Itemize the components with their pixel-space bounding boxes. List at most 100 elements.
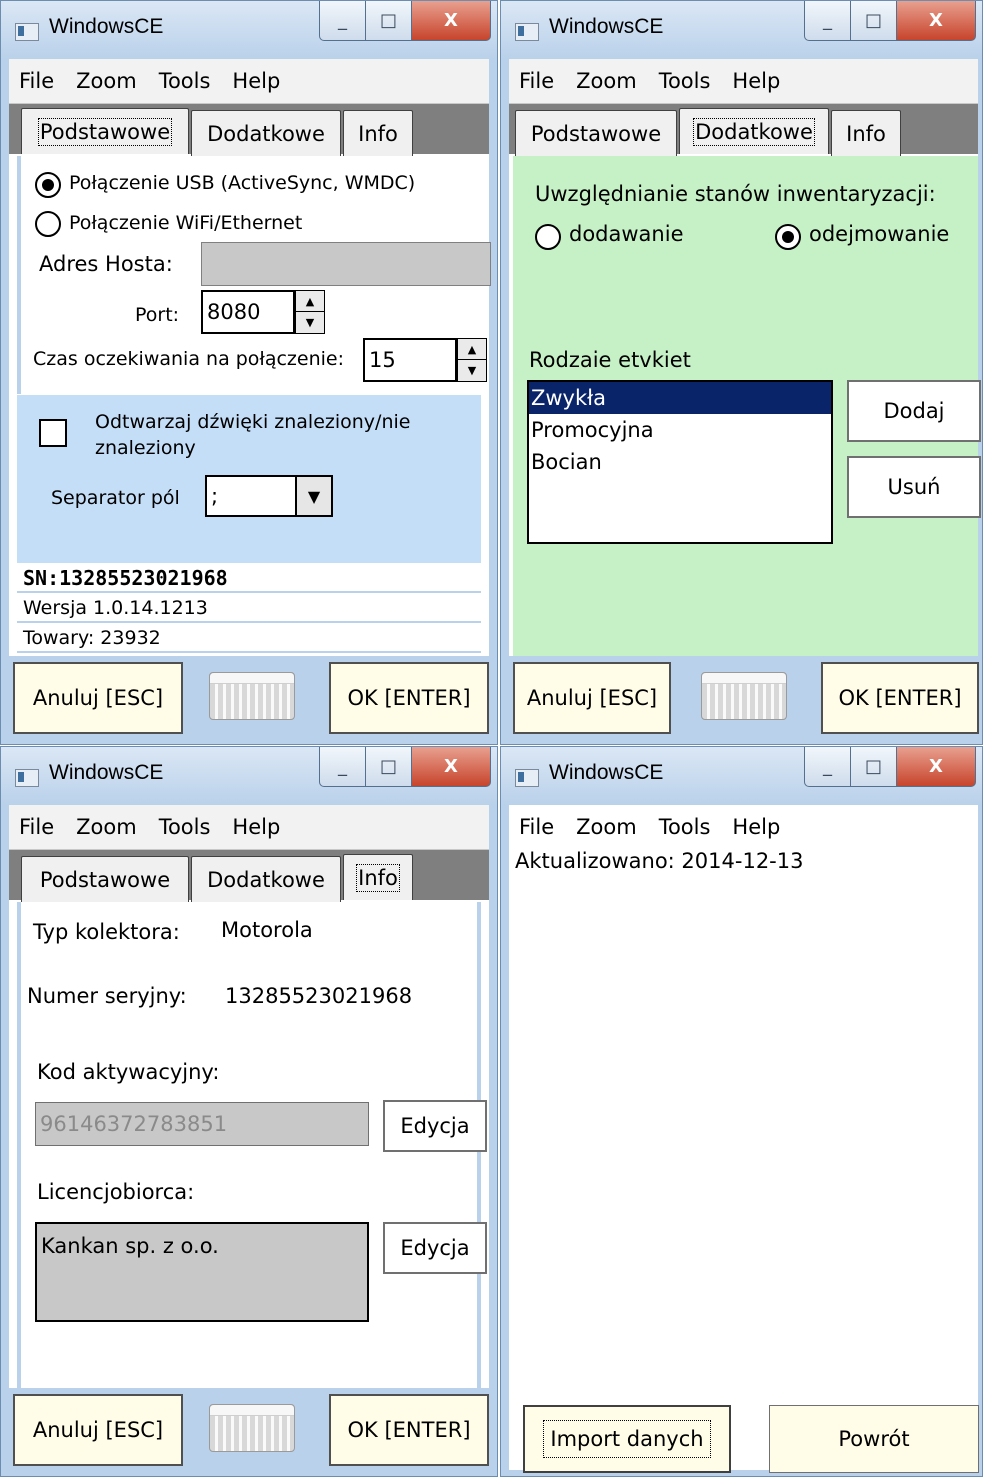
title-bar[interactable]: WindowsCE _ □ X xyxy=(1,1,497,59)
menu-tools[interactable]: Tools xyxy=(159,69,211,93)
close-icon[interactable]: X xyxy=(896,747,976,787)
spin-down-icon[interactable]: ▼ xyxy=(458,360,486,381)
menu-zoom[interactable]: Zoom xyxy=(576,69,637,93)
maximize-icon[interactable]: □ xyxy=(850,1,896,41)
sound-label-line1: Odtwarzaj dźwięki znaleziony/nie xyxy=(95,411,411,433)
menu-help[interactable]: Help xyxy=(232,815,280,839)
licensee-label: Licencjobiorca: xyxy=(37,1180,195,1204)
minimize-icon[interactable]: _ xyxy=(804,747,850,787)
tab-podstawowe[interactable]: Podstawowe xyxy=(21,856,189,902)
client-area: File Zoom Tools Help Podstawowe Dodatkow… xyxy=(9,59,491,738)
tab-label: Podstawowe xyxy=(39,867,171,892)
remove-label-button[interactable]: Usuń xyxy=(847,456,981,518)
bottom-bar: Anuluj [ESC] OK [ENTER] xyxy=(9,1388,489,1470)
port-input[interactable]: 8080 xyxy=(201,290,295,334)
edit-licensee-button[interactable]: Edycja xyxy=(383,1222,487,1274)
menu-help[interactable]: Help xyxy=(732,69,780,93)
add-radio[interactable] xyxy=(535,224,561,250)
title-bar[interactable]: WindowsCE _ □ X xyxy=(501,1,982,59)
timeout-input[interactable]: 15 xyxy=(363,338,457,382)
menu-file[interactable]: File xyxy=(519,69,554,93)
menu-file[interactable]: File xyxy=(19,815,54,839)
window-title: WindowsCE xyxy=(49,761,164,784)
add-label-button[interactable]: Dodaj xyxy=(847,380,981,442)
usb-radio[interactable] xyxy=(35,172,61,198)
timeout-stepper[interactable]: ▲ ▼ xyxy=(457,338,487,382)
cancel-button[interactable]: Anuluj [ESC] xyxy=(513,662,671,734)
client-area: File Zoom Tools Help Podstawowe Dodatkow… xyxy=(9,805,489,1470)
chevron-down-icon[interactable]: ▼ xyxy=(295,475,333,517)
keyboard-icon[interactable] xyxy=(701,672,787,720)
keyboard-icon[interactable] xyxy=(209,672,295,720)
menu-zoom[interactable]: Zoom xyxy=(576,815,637,839)
menu-help[interactable]: Help xyxy=(732,815,780,839)
tab-dodatkowe[interactable]: Dodatkowe xyxy=(679,108,829,154)
maximize-icon[interactable]: □ xyxy=(365,747,411,787)
app-icon xyxy=(515,769,539,787)
close-icon[interactable]: X xyxy=(411,747,491,787)
maximize-icon[interactable]: □ xyxy=(365,1,411,41)
spin-down-icon[interactable]: ▼ xyxy=(296,312,324,333)
menu-zoom[interactable]: Zoom xyxy=(76,69,137,93)
host-input[interactable] xyxy=(201,242,491,286)
window-title: WindowsCE xyxy=(49,15,164,38)
add-option-label: dodawanie xyxy=(569,222,684,246)
menu-file[interactable]: File xyxy=(519,815,554,839)
updated-status: Aktualizowano: 2014-12-13 xyxy=(515,849,804,873)
minimize-icon[interactable]: _ xyxy=(319,1,365,41)
menu-tools[interactable]: Tools xyxy=(159,815,211,839)
tab-dodatkowe[interactable]: Dodatkowe xyxy=(191,856,341,902)
menu-file[interactable]: File xyxy=(19,69,54,93)
tab-dodatkowe[interactable]: Dodatkowe xyxy=(191,110,341,156)
minimize-icon[interactable]: _ xyxy=(804,1,850,41)
app-icon xyxy=(15,769,39,787)
minimize-icon[interactable]: _ xyxy=(319,747,365,787)
goods-text: Towary: 23932 xyxy=(23,627,161,649)
menu-bar: File Zoom Tools Help xyxy=(9,59,489,104)
maximize-icon[interactable]: □ xyxy=(850,747,896,787)
list-item[interactable]: Bocian xyxy=(529,446,831,478)
tab-label: Info xyxy=(358,121,398,146)
menu-bar: File Zoom Tools Help xyxy=(509,59,978,104)
ok-button[interactable]: OK [ENTER] xyxy=(821,662,979,734)
tab-label: Dodatkowe xyxy=(207,121,325,146)
port-stepper[interactable]: ▲ ▼ xyxy=(295,290,325,334)
title-bar[interactable]: WindowsCE _ □ X xyxy=(1,747,497,805)
tab-podstawowe[interactable]: Podstawowe xyxy=(515,110,677,156)
sound-checkbox[interactable] xyxy=(39,419,67,447)
wifi-radio[interactable] xyxy=(35,211,61,237)
import-data-button[interactable]: Import danych xyxy=(523,1405,731,1473)
wifi-label: Połączenie WiFi/Ethernet xyxy=(69,212,303,234)
options-panel: Odtwarzaj dźwięki znaleziony/nie znalezi… xyxy=(17,395,481,563)
tab-podstawowe[interactable]: Podstawowe xyxy=(21,108,189,154)
close-icon[interactable]: X xyxy=(411,1,491,41)
list-item[interactable]: Promocyjna xyxy=(529,414,831,446)
menu-tools[interactable]: Tools xyxy=(659,69,711,93)
menu-help[interactable]: Help xyxy=(232,69,280,93)
menu-zoom[interactable]: Zoom xyxy=(76,815,137,839)
menu-tools[interactable]: Tools xyxy=(659,815,711,839)
subtract-radio[interactable] xyxy=(775,224,801,250)
ok-button[interactable]: OK [ENTER] xyxy=(329,662,489,734)
tab-label: Dodatkowe xyxy=(207,867,325,892)
cancel-button[interactable]: Anuluj [ESC] xyxy=(13,1394,183,1466)
cancel-button[interactable]: Anuluj [ESC] xyxy=(13,662,183,734)
close-icon[interactable]: X xyxy=(896,1,976,41)
separator-select[interactable]: ; xyxy=(205,475,295,517)
list-item[interactable]: Zwykła xyxy=(529,382,831,414)
ok-button[interactable]: OK [ENTER] xyxy=(329,1394,489,1466)
spin-up-icon[interactable]: ▲ xyxy=(458,339,486,360)
edit-activation-button[interactable]: Edycja xyxy=(383,1100,487,1152)
title-bar[interactable]: WindowsCE _ □ X xyxy=(501,747,982,805)
label-types-list[interactable]: Zwykła Promocyjna Bocian xyxy=(527,380,833,544)
tab-info[interactable]: Info xyxy=(831,110,901,156)
tab-info[interactable]: Info xyxy=(343,854,413,900)
collector-value: Motorola xyxy=(221,918,313,942)
app-icon xyxy=(15,23,39,41)
back-button[interactable]: Powrót xyxy=(769,1405,979,1473)
spin-up-icon[interactable]: ▲ xyxy=(296,291,324,312)
keyboard-icon[interactable] xyxy=(209,1404,295,1452)
tab-strip: Podstawowe Dodatkowe Info xyxy=(509,104,978,156)
tab-strip: Podstawowe Dodatkowe Info xyxy=(9,850,489,902)
tab-info[interactable]: Info xyxy=(343,110,413,156)
